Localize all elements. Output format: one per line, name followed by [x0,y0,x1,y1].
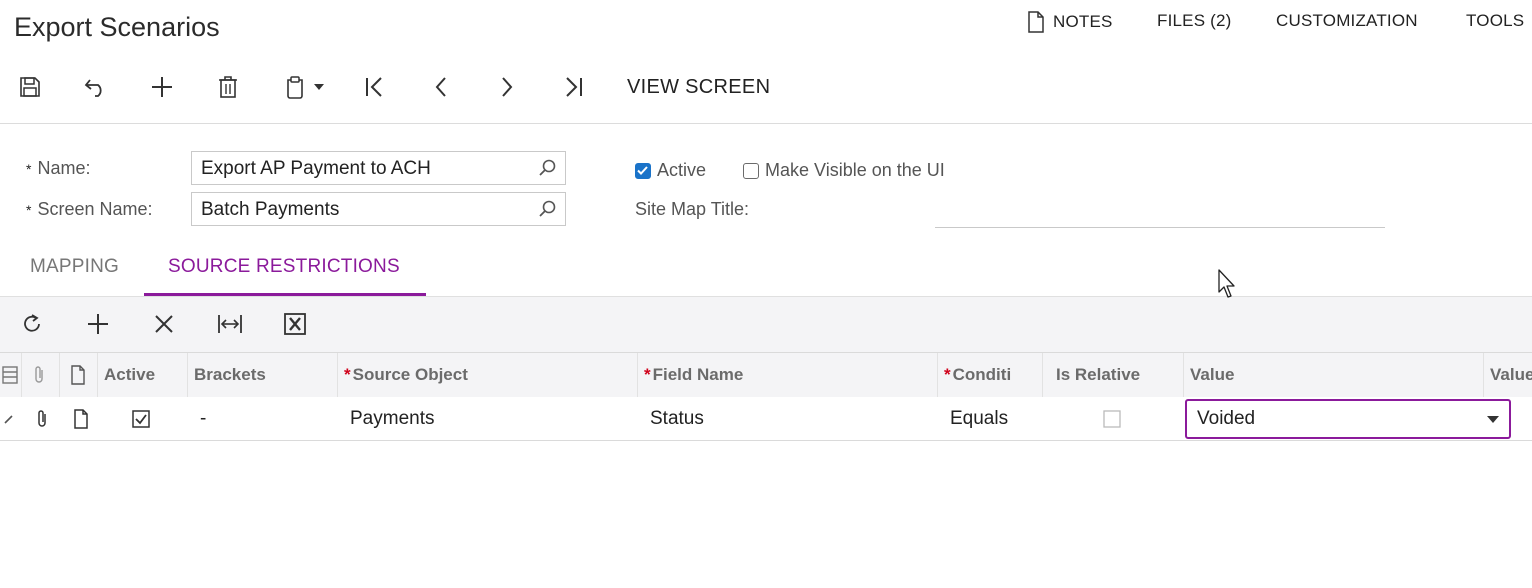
view-screen-button[interactable]: VIEW SCREEN [627,76,770,99]
dropdown-arrow-icon[interactable] [1487,416,1499,423]
tab-mapping[interactable]: MAPPING [30,256,119,278]
first-record-button[interactable] [357,69,393,105]
refresh-icon [21,313,43,335]
column-settings-cell[interactable] [0,353,22,397]
column-header-value[interactable]: Value [1184,353,1484,397]
required-marker: * [26,161,32,177]
delete-icon [218,75,238,99]
make-visible-checkbox-group[interactable]: Make Visible on the UI [743,160,945,181]
last-record-button[interactable] [555,69,591,105]
active-label: Active [657,160,707,180]
required-marker: * [644,365,651,384]
row-brackets-cell[interactable]: - [188,397,338,440]
mouse-cursor-icon [1218,269,1238,304]
value-select-text: Voided [1197,408,1256,429]
add-row-button[interactable] [80,306,116,342]
pencil-icon [4,414,14,424]
required-marker: * [26,202,32,218]
unchecked-checkbox-icon[interactable] [1103,410,1121,428]
column-header-brackets[interactable]: Brackets [188,353,338,397]
next-record-button[interactable] [489,69,525,105]
excel-export-icon [284,313,306,335]
fit-columns-icon [217,314,243,334]
save-button[interactable] [12,69,48,105]
checked-checkbox-icon[interactable] [132,410,150,428]
column-header-active[interactable]: Active [98,353,188,397]
notes-label: NOTES [1053,12,1113,31]
add-row-icon [87,313,109,335]
row-condition-cell[interactable]: Equals [938,397,1043,440]
name-field[interactable]: Export AP Payment to ACH [191,151,566,185]
screen-name-field[interactable]: Batch Payments [191,192,566,226]
column-header-condition[interactable]: * Conditi [938,353,1043,397]
column-header-is-relative[interactable]: Is Relative [1043,353,1184,397]
paperclip-icon [35,409,49,429]
delete-row-button[interactable] [146,306,182,342]
undo-icon [83,76,109,98]
previous-icon [434,76,448,98]
add-icon [150,75,174,99]
required-marker: * [344,365,351,384]
row-note-cell[interactable] [60,397,98,440]
save-icon [19,76,41,98]
document-icon [1027,11,1045,33]
site-map-title-label: Site Map Title: [635,199,750,219]
next-icon [500,76,514,98]
make-visible-checkbox[interactable] [743,162,759,179]
note-column-header [60,353,98,397]
column-header-source-object[interactable]: * Source Object [338,353,638,397]
value-select[interactable]: Voided [1185,399,1511,439]
name-value: Export AP Payment to ACH [201,158,431,179]
caret-down-icon [314,84,324,90]
tools-menu[interactable]: TOOLS [1466,11,1524,31]
search-icon[interactable] [539,159,557,177]
document-icon [73,409,89,429]
attachment-column-header [22,353,60,397]
screen-name-value: Batch Payments [201,199,340,220]
refresh-button[interactable] [14,306,50,342]
fit-columns-button[interactable] [212,306,248,342]
clipboard-icon [284,75,306,99]
delete-button[interactable] [210,69,246,105]
page-title: Export Scenarios [14,12,220,42]
last-icon [562,76,584,98]
search-icon[interactable] [539,200,557,218]
files-link[interactable]: FILES (2) [1157,11,1232,31]
name-label: * Name: [26,158,91,178]
first-icon [364,76,386,98]
document-icon [70,365,86,385]
customization-menu[interactable]: CUSTOMIZATION [1276,11,1418,31]
clipboard-dropdown-button[interactable] [276,69,332,105]
make-visible-label: Make Visible on the UI [765,160,945,180]
required-marker: * [944,365,951,384]
tab-source-restrictions[interactable]: SOURCE RESTRICTIONS [168,256,400,278]
column-header-value-2[interactable]: Value [1484,353,1532,397]
active-checkbox-group[interactable]: Active [635,160,706,181]
row-field-name-cell[interactable]: Status [638,397,938,440]
undo-button[interactable] [78,69,114,105]
add-button[interactable] [144,69,180,105]
site-map-title-field[interactable] [935,196,1385,228]
grid-header: Active Brackets * Source Object * Field Na… [0,352,1532,398]
column-settings-icon [2,366,18,384]
column-header-field-name[interactable]: * Field Name [638,353,938,397]
row-attachment-cell[interactable] [22,397,60,440]
active-checkbox[interactable] [635,162,651,179]
paperclip-icon [32,365,46,385]
notes-link[interactable]: NOTES [1027,11,1113,33]
delete-row-icon [154,314,174,334]
row-edit-cell[interactable] [0,397,22,440]
row-is-relative-cell[interactable] [1043,397,1184,440]
previous-record-button[interactable] [423,69,459,105]
row-active-cell[interactable] [98,397,188,440]
export-excel-button[interactable] [277,306,313,342]
screen-name-label: * Screen Name: [26,199,153,219]
row-source-object-cell[interactable]: Payments [338,397,638,440]
